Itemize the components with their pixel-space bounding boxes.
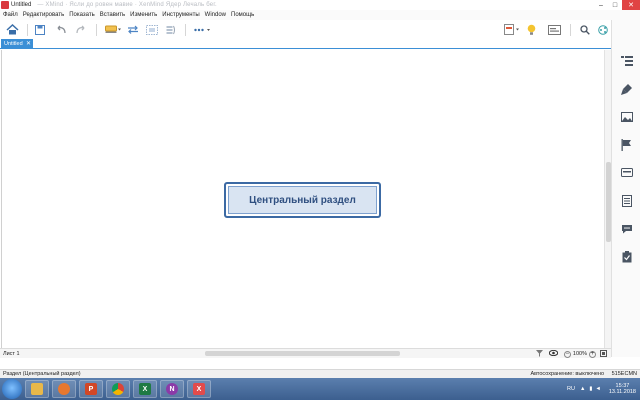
relationship-icon[interactable] (124, 23, 142, 37)
zoom-level[interactable]: 100% (573, 351, 587, 357)
status-bar: Раздел (Центральный раздел) Автосохранен… (0, 369, 640, 378)
taskbar-media-player[interactable] (52, 380, 76, 398)
menu-modify[interactable]: Изменить (130, 12, 157, 18)
comments-icon[interactable] (620, 222, 633, 235)
horizontal-scrollbar-thumb[interactable] (205, 351, 400, 356)
labels-icon[interactable] (620, 166, 633, 179)
toolbar (0, 20, 640, 39)
media-player-icon (58, 383, 70, 395)
horizontal-scrollbar[interactable] (30, 351, 530, 357)
sheet-bar: Лист 1 − 100% + (0, 348, 611, 358)
outline-icon[interactable] (620, 54, 633, 67)
zoom-controls: − 100% + (535, 349, 607, 359)
maximize-button[interactable]: □ (608, 0, 622, 10)
onenote-icon: N (166, 383, 178, 395)
toolbar-divider (96, 23, 97, 36)
central-topic[interactable]: Центральный раздел (224, 182, 381, 218)
menu-help[interactable]: Помощь (231, 12, 254, 18)
filter-icon[interactable] (535, 349, 543, 359)
home-icon[interactable] (2, 23, 22, 37)
network-icon[interactable]: ▮ (589, 386, 592, 392)
window-title: Untitled (11, 2, 32, 8)
clock-date: 13.11.2018 (608, 389, 636, 395)
zoom-in-button[interactable]: + (589, 350, 596, 358)
taskbar-explorer[interactable] (25, 380, 49, 398)
language-indicator[interactable]: RU (567, 386, 575, 392)
system-tray: RU ▲ ▮ ◄ 15:37 13.11.2018 (567, 378, 636, 400)
toolbar-divider (27, 23, 28, 36)
os-taskbar: P X N X RU ▲ ▮ ◄ 15:37 13.11.2018 (0, 378, 640, 400)
clock[interactable]: 15:37 13.11.2018 (609, 383, 636, 396)
tray-arrow-icon[interactable]: ▲ (580, 386, 585, 392)
taskbar-xmind[interactable]: X (187, 380, 211, 398)
menu-tools[interactable]: Инструменты (162, 12, 199, 18)
menu-file[interactable]: Файл (3, 12, 18, 18)
menu-view[interactable]: Показать (69, 12, 95, 18)
boundary-icon[interactable] (142, 23, 162, 37)
menu-insert[interactable]: Вставить (100, 12, 125, 18)
taskbar-excel[interactable]: X (133, 380, 157, 398)
zoom-out-button[interactable]: − (563, 350, 571, 358)
undo-icon[interactable] (51, 23, 71, 37)
explorer-icon (31, 383, 43, 395)
tab-label: Untitled (4, 41, 23, 47)
user-status: 515ECMN (611, 371, 637, 377)
title-bar: Untitled — XMind · Ясли до ровен мавие ·… (0, 0, 640, 10)
taskbar-chrome[interactable] (106, 380, 130, 398)
powerpoint-icon: P (85, 383, 97, 395)
central-topic-label: Центральный раздел (249, 194, 356, 206)
more-icon[interactable] (191, 23, 213, 37)
save-icon[interactable] (33, 23, 47, 37)
selection-status: Раздел (Центральный раздел) (3, 371, 81, 377)
autosave-status: Автосохранение: выключено (530, 371, 604, 377)
taskbar-powerpoint[interactable]: P (79, 380, 103, 398)
toolbar-divider (185, 23, 186, 36)
search-icon[interactable] (576, 23, 594, 37)
tab-untitled[interactable]: Untitled ✕ (1, 39, 33, 49)
topic-style-icon[interactable] (102, 23, 124, 37)
start-button[interactable] (2, 379, 22, 399)
menu-bar: Файл Редактировать Показать Вставить Изм… (0, 10, 640, 20)
eye-icon[interactable] (548, 349, 559, 358)
vertical-scrollbar[interactable] (604, 50, 611, 348)
right-side-panel (611, 20, 640, 357)
window-title-extra: — XMind · Ясли до ровен мавие · XenMind … (37, 2, 217, 8)
menu-edit[interactable]: Редактировать (23, 12, 64, 18)
insert-icon[interactable] (501, 23, 523, 37)
menu-window[interactable]: Window (205, 12, 226, 18)
toolbar-divider (570, 23, 571, 36)
notes-icon[interactable] (620, 194, 633, 207)
taskbar-onenote[interactable]: N (160, 380, 184, 398)
xmind-app-icon (1, 1, 9, 9)
share-icon[interactable] (594, 23, 612, 37)
task-icon[interactable] (620, 250, 633, 263)
minimize-button[interactable]: – (594, 0, 608, 10)
window-controls: – □ ✕ (594, 0, 640, 10)
close-button[interactable]: ✕ (622, 0, 640, 10)
tab-close-icon[interactable]: ✕ (26, 40, 31, 47)
fit-map-icon[interactable] (600, 349, 607, 359)
chrome-icon (112, 383, 124, 395)
excel-icon: X (139, 383, 151, 395)
xmind-icon: X (193, 383, 205, 395)
idea-bulb-icon[interactable] (523, 23, 539, 37)
format-brush-icon[interactable] (620, 82, 633, 95)
presentation-icon[interactable] (543, 23, 565, 37)
image-icon[interactable] (620, 110, 633, 123)
summary-icon[interactable] (162, 23, 180, 37)
sheet-tab[interactable]: Лист 1 (3, 351, 20, 357)
document-tab-strip: Untitled ✕ (0, 39, 640, 49)
volume-icon[interactable]: ◄ (595, 386, 600, 392)
marker-flag-icon[interactable] (620, 138, 633, 151)
redo-icon[interactable] (71, 23, 91, 37)
